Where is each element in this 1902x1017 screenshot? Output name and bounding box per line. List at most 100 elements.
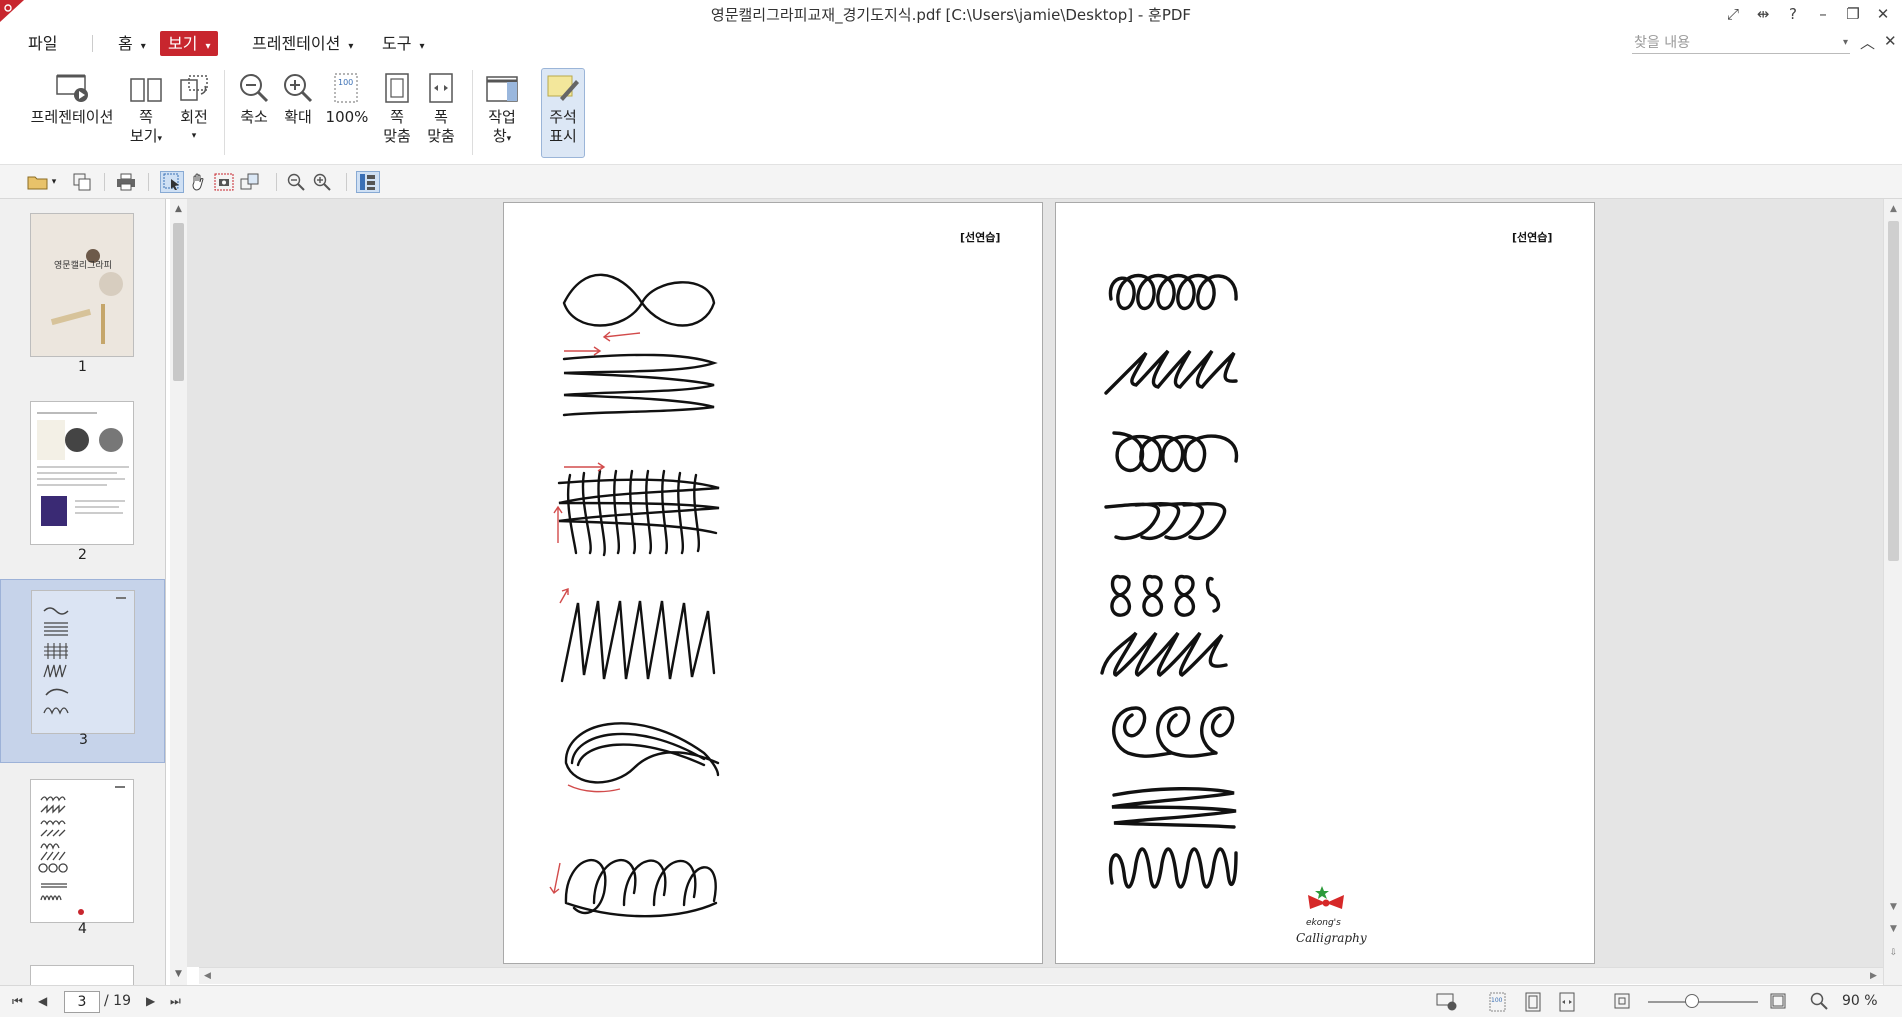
- total-pages: / 19: [104, 993, 131, 1009]
- collapse-ribbon-icon[interactable]: ︿: [1860, 32, 1875, 53]
- rotate-button[interactable]: 회전 ▾: [174, 70, 214, 146]
- actual-size-status-icon[interactable]: 100: [1488, 992, 1508, 1015]
- snapshot-icon[interactable]: [212, 171, 236, 193]
- open-dropdown-icon[interactable]: ▾: [48, 171, 60, 193]
- search-input[interactable]: 찾을 내용 ▾: [1632, 32, 1850, 54]
- help-icon[interactable]: ?: [1780, 3, 1806, 25]
- thumbnail-number-4: 4: [78, 921, 87, 937]
- document-view[interactable]: [선연습] [선연습] ekong's Calligraphy: [187, 199, 1883, 967]
- last-page-icon[interactable]: ⏭: [170, 994, 181, 1009]
- zoom-out-button[interactable]: 축소: [234, 70, 274, 127]
- thumbnail-page-1[interactable]: 영문캘리그라피 1: [0, 199, 165, 375]
- small-zoom-in-icon[interactable]: [310, 171, 334, 193]
- presentation-label: 프레젠테이션: [30, 108, 114, 126]
- thumbnail-number-2: 2: [78, 547, 87, 563]
- prev-page-icon[interactable]: ◀: [38, 994, 47, 1008]
- menu-file[interactable]: 파일: [20, 31, 65, 56]
- search-dropdown-icon[interactable]: ▾: [1843, 32, 1848, 54]
- document-page-right: [선연습] ekong's Calligraphy: [1055, 202, 1595, 964]
- compare-pages-icon[interactable]: [238, 171, 262, 193]
- split-view-icon[interactable]: ⇹: [1750, 3, 1776, 25]
- menu-home-label: 홈: [118, 34, 133, 53]
- fit-page-status-icon[interactable]: [1524, 992, 1542, 1015]
- sidebar-scroll-up-icon[interactable]: ▲: [170, 201, 187, 218]
- doc-scroll-up-icon[interactable]: ▲: [1885, 201, 1902, 218]
- close-button[interactable]: ✕: [1870, 3, 1896, 25]
- ekong-calligraphy-logo: [1308, 886, 1344, 909]
- fit-page-label-1: 쪽: [390, 108, 404, 126]
- restore-button[interactable]: ❐: [1840, 3, 1866, 25]
- thumbnail-cover-title: 영문캘리그라피: [54, 261, 112, 271]
- thumbnail-image-2: [30, 401, 134, 545]
- next-page-scroll-icon[interactable]: ⇩: [1885, 945, 1902, 962]
- zoom-slider-thumb[interactable]: [1685, 994, 1699, 1008]
- sidebar-scrollbar[interactable]: ▲ ▼: [170, 199, 187, 985]
- open-folder-icon[interactable]: [26, 171, 50, 193]
- doc-scroll-down-icon[interactable]: ▼: [1885, 921, 1902, 938]
- zoom-max-icon[interactable]: [1770, 993, 1786, 1012]
- thumbnail-page-4[interactable]: 4: [0, 769, 165, 949]
- fit-width-label-1: 폭: [434, 108, 448, 126]
- rotate-icon: [174, 70, 214, 104]
- annotations-button[interactable]: 주석 표시: [541, 68, 585, 158]
- svg-text:100: 100: [1491, 997, 1503, 1004]
- fit-width-status-icon[interactable]: [1558, 992, 1576, 1015]
- zoom-100-label: 100%: [325, 108, 369, 126]
- prev-page-scroll-icon[interactable]: ▼: [1885, 899, 1902, 916]
- zoom-in-label: 확대: [284, 108, 312, 126]
- zoom-out-icon: [234, 70, 274, 104]
- print-icon[interactable]: [114, 171, 138, 193]
- sidebar-scroll-thumb[interactable]: [173, 223, 184, 381]
- thumbnail-number-3: 3: [79, 732, 88, 748]
- zoom-in-button[interactable]: 확대: [278, 70, 318, 127]
- logo-text-line2: Calligraphy: [1296, 931, 1367, 945]
- thumbnail-pane-icon[interactable]: [356, 171, 380, 193]
- horizontal-scrollbar[interactable]: ◀ ▶: [199, 967, 1883, 984]
- annotation-pen-icon: [542, 70, 584, 104]
- zoom-slider-track[interactable]: [1648, 1001, 1758, 1003]
- close-doc-icon[interactable]: ✕: [1884, 32, 1897, 50]
- minimize-button[interactable]: –: [1810, 3, 1836, 25]
- fit-width-button[interactable]: 폭 맞춤: [422, 70, 460, 146]
- zoom-magnifier-icon[interactable]: [1810, 992, 1828, 1013]
- presentation-mode-icon[interactable]: [1436, 992, 1458, 1015]
- menu-presentation[interactable]: 프레젠테이션 ▾: [244, 31, 361, 56]
- zoom-100-button[interactable]: 100 100%: [324, 70, 370, 127]
- current-page-input[interactable]: 3: [64, 991, 100, 1013]
- work-pane-label-2: 창: [492, 127, 507, 145]
- menu-view[interactable]: 보기 ▾: [160, 31, 219, 56]
- small-zoom-out-icon[interactable]: [284, 171, 308, 193]
- hand-tool-icon[interactable]: [186, 171, 210, 193]
- window-title: 영문캘리그라피교재_경기도지식.pdf [C:\Users\jamie\Desk…: [710, 6, 1192, 24]
- menu-home[interactable]: 홈 ▾: [110, 31, 154, 56]
- presentation-button[interactable]: 프레젠테이션: [26, 70, 118, 127]
- fit-page-button[interactable]: 쪽 맞춤: [378, 70, 416, 146]
- zoom-in-icon: [278, 70, 318, 104]
- select-tool-icon[interactable]: [160, 171, 184, 193]
- scroll-right-icon[interactable]: ▶: [1865, 968, 1882, 985]
- scroll-left-icon[interactable]: ◀: [199, 968, 216, 985]
- thumbnail-image-1: 영문캘리그라피: [30, 213, 134, 357]
- work-pane-button[interactable]: 작업 창▾: [480, 70, 524, 149]
- fit-width-icon: [422, 70, 460, 104]
- document-vertical-scrollbar[interactable]: ▲ ▼ ▼ ⇩: [1883, 199, 1902, 985]
- thumbnail-page-5[interactable]: [0, 959, 165, 985]
- work-pane-label-1: 작업: [488, 108, 516, 126]
- thumbnail-page-2[interactable]: 2: [0, 377, 165, 563]
- thumbnail-number-1: 1: [78, 359, 87, 375]
- presentation-icon: [26, 70, 118, 104]
- save-copy-icon[interactable]: [70, 171, 94, 193]
- thumbnail-page-3[interactable]: 3: [0, 579, 165, 763]
- zoom-min-icon[interactable]: [1614, 993, 1630, 1012]
- page-view-button[interactable]: 쪽 보기▾: [124, 70, 168, 149]
- fullscreen-icon[interactable]: ⤢: [1720, 3, 1746, 25]
- thumbnail-image-5: [30, 965, 134, 985]
- sidebar-scroll-down-icon[interactable]: ▼: [170, 966, 187, 983]
- menu-bar: 파일 홈 ▾ 보기 ▾ 프레젠테이션 ▾ 도구 ▾ 찾을 내용 ▾ ︿ ✕: [0, 28, 1902, 58]
- thumbnail-sidebar: 영문캘리그라피 1 2 3 4: [0, 199, 166, 985]
- menu-tools[interactable]: 도구 ▾: [374, 31, 432, 56]
- first-page-icon[interactable]: ⏮: [12, 994, 23, 1009]
- doc-scroll-thumb[interactable]: [1888, 221, 1899, 561]
- next-page-icon[interactable]: ▶: [146, 994, 155, 1008]
- actual-size-icon: 100: [324, 70, 370, 104]
